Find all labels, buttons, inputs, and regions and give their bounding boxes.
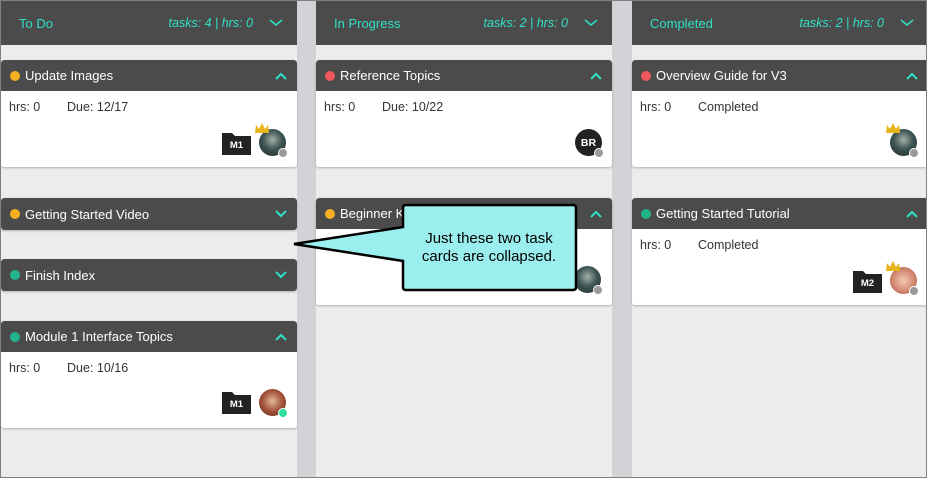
column-title: Completed xyxy=(650,15,713,31)
card-hours: hrs: 0 xyxy=(640,238,672,252)
card-title: Overview Guide for V3 xyxy=(656,68,787,83)
status-indicator xyxy=(278,408,288,418)
card-hours: hrs: 0 xyxy=(324,100,356,114)
avatar-initials[interactable]: BR xyxy=(575,129,604,158)
chevron-down-icon[interactable] xyxy=(275,210,287,218)
crown-icon xyxy=(886,123,900,133)
card-hours: hrs: 0 xyxy=(9,100,41,114)
avatar[interactable] xyxy=(259,389,288,418)
folder-icon[interactable]: M1 xyxy=(222,131,251,155)
column-stats: tasks: 2 | hrs: 0 xyxy=(799,16,884,30)
column-to-do: To Do tasks: 4 | hrs: 0 Update Images hr… xyxy=(1,1,297,477)
card-body: hrs: 0 Due: 12/17 M1 xyxy=(1,91,297,167)
column-title: In Progress xyxy=(334,15,401,31)
kanban-board: To Do tasks: 4 | hrs: 0 Update Images hr… xyxy=(0,0,927,478)
task-card-collapsed[interactable]: Getting Started Video xyxy=(1,198,297,230)
status-indicator xyxy=(594,148,604,158)
task-card[interactable]: Reference Topics hrs: 0 Due: 10/22 BR xyxy=(316,60,612,167)
avatar[interactable] xyxy=(886,123,919,158)
priority-dot xyxy=(325,70,335,81)
status-indicator xyxy=(278,148,288,158)
crown-icon xyxy=(255,123,269,133)
chevron-up-icon[interactable] xyxy=(590,210,602,218)
card-header[interactable]: Update Images xyxy=(1,60,297,91)
chevron-up-icon[interactable] xyxy=(906,72,918,80)
crown-icon xyxy=(886,261,900,271)
card-title: Reference Topics xyxy=(340,68,441,83)
task-card[interactable]: Update Images hrs: 0 Due: 12/17 M1 xyxy=(1,60,297,167)
card-header[interactable]: Reference Topics xyxy=(316,60,612,91)
status-indicator xyxy=(909,148,919,158)
column-title: To Do xyxy=(19,15,53,31)
column-stats: tasks: 2 | hrs: 0 xyxy=(483,16,568,30)
chevron-up-icon[interactable] xyxy=(275,72,287,80)
avatar[interactable] xyxy=(886,261,919,296)
card-body: hrs: 0 Due: 10/22 BR xyxy=(316,91,612,167)
card-title: Update Images xyxy=(25,68,114,83)
folder-icon[interactable]: M1 xyxy=(222,390,251,414)
card-body: hrs: 0 Due: 10/16 M1 xyxy=(1,352,297,428)
priority-dot xyxy=(10,209,20,219)
chevron-down-icon[interactable] xyxy=(275,271,287,279)
task-card[interactable]: Module 1 Interface Topics hrs: 0 Due: 10… xyxy=(1,321,297,428)
priority-dot xyxy=(10,331,20,342)
chevron-up-icon[interactable] xyxy=(906,210,918,218)
card-title: Module 1 Interface Topics xyxy=(25,329,173,344)
callout-text: Just these two task cards are collapsed. xyxy=(421,230,557,265)
chevron-down-icon[interactable] xyxy=(269,18,283,28)
card-status: Completed xyxy=(698,100,759,114)
priority-dot xyxy=(10,70,20,81)
task-card-collapsed[interactable]: Finish Index xyxy=(1,259,297,291)
status-indicator xyxy=(909,286,919,296)
callout-annotation: Just these two task cards are collapsed. xyxy=(292,201,582,296)
card-header[interactable]: Module 1 Interface Topics xyxy=(1,321,297,352)
folder-icon[interactable]: M2 xyxy=(853,269,882,293)
chevron-down-icon[interactable] xyxy=(584,18,598,28)
card-hours: hrs: 0 xyxy=(640,100,672,114)
column-header: In Progress tasks: 2 | hrs: 0 xyxy=(316,1,612,45)
card-hours: hrs: 0 xyxy=(9,361,41,375)
column-stats: tasks: 4 | hrs: 0 xyxy=(168,16,253,30)
folder-label: M1 xyxy=(229,140,244,151)
card-status: Completed xyxy=(698,238,759,252)
folder-label: M1 xyxy=(229,399,244,410)
chevron-up-icon[interactable] xyxy=(590,72,602,80)
column-completed: Completed tasks: 2 | hrs: 0 Overview Gui… xyxy=(632,1,926,477)
card-title: Getting Started Tutorial xyxy=(656,206,790,221)
card-due-date: Due: 12/17 xyxy=(67,100,129,114)
task-card[interactable]: Getting Started Tutorial hrs: 0 Complete… xyxy=(632,198,926,305)
card-title: Finish Index xyxy=(25,267,96,283)
card-body: hrs: 0 Completed M2 xyxy=(632,229,926,305)
card-header[interactable]: Getting Started Video xyxy=(1,198,297,230)
card-title: Getting Started Video xyxy=(25,206,150,222)
column-header: Completed tasks: 2 | hrs: 0 xyxy=(632,1,926,45)
card-header[interactable]: Overview Guide for V3 xyxy=(632,60,926,91)
priority-dot xyxy=(10,270,20,280)
task-card[interactable]: Overview Guide for V3 hrs: 0 Completed xyxy=(632,60,926,167)
column-header: To Do tasks: 4 | hrs: 0 xyxy=(1,1,297,45)
status-indicator xyxy=(593,285,603,295)
card-due-date: Due: 10/22 xyxy=(382,100,444,114)
folder-label: M2 xyxy=(860,278,875,289)
card-header[interactable]: Finish Index xyxy=(1,259,297,291)
avatar-initials-text: BR xyxy=(580,136,597,149)
card-header[interactable]: Getting Started Tutorial xyxy=(632,198,926,229)
chevron-down-icon[interactable] xyxy=(900,18,914,28)
card-body: hrs: 0 Completed xyxy=(632,91,926,167)
chevron-up-icon[interactable] xyxy=(275,333,287,341)
card-due-date: Due: 10/16 xyxy=(67,361,129,375)
avatar[interactable] xyxy=(255,123,288,158)
priority-dot xyxy=(641,70,651,81)
priority-dot xyxy=(641,208,651,219)
